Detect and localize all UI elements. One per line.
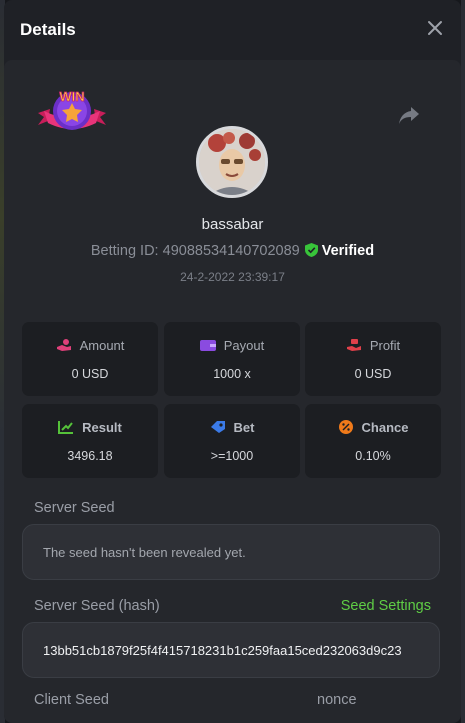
stat-profit-label: Profit [369, 338, 401, 353]
stat-result: Result 3496.18 [22, 404, 158, 478]
stat-profit-value: 0 USD [354, 367, 392, 381]
chart-check-icon [58, 421, 74, 434]
server-seed-field[interactable]: The seed hasn't been revealed yet. [22, 524, 440, 580]
close-icon[interactable] [425, 18, 445, 38]
stat-result-label: Result [82, 420, 122, 435]
share-icon[interactable] [397, 104, 421, 126]
wallet-icon [199, 340, 216, 351]
bet-details-card: WIN bassabar Betting ID: 490885341407020… [4, 60, 461, 723]
avatar-image [199, 129, 265, 195]
server-seed-hash-value: 13bb51cb1879f25f4f415718231b1c259faa15ce… [43, 643, 402, 658]
stat-amount-label: Amount [79, 338, 125, 353]
win-badge-text: WIN [59, 89, 84, 104]
betting-id-label: Betting ID: [90, 243, 159, 259]
client-seed-label: Client Seed [34, 692, 109, 708]
username: bassabar [201, 216, 264, 233]
stat-bet-label: Bet [233, 420, 255, 435]
verified-label: Verified [321, 243, 375, 259]
stat-bet: Bet >=1000 [164, 404, 300, 478]
betting-id-value: 49088534140702089 [162, 243, 300, 259]
stat-chance: Chance 0.10% [305, 404, 441, 478]
stat-chance-label: Chance [361, 420, 409, 435]
modal-header: Details [4, 0, 461, 60]
stat-chance-value: 0.10% [355, 449, 391, 463]
stat-amount: Amount 0 USD [22, 322, 158, 396]
server-seed-hash-label: Server Seed (hash) [34, 598, 160, 614]
server-seed-value: The seed hasn't been revealed yet. [43, 545, 246, 560]
stat-profit: Profit 0 USD [305, 322, 441, 396]
modal-title: Details [20, 20, 76, 39]
betting-id-line: Betting ID: 49088534140702089 Verified [4, 243, 461, 259]
details-modal: Details WIN bassabar Betting ID: 4908853… [4, 0, 461, 723]
stat-payout-label: Payout [223, 338, 265, 353]
win-badge-icon: WIN [38, 89, 106, 130]
stat-bet-value: >=1000 [210, 449, 254, 463]
seed-settings-link[interactable]: Seed Settings [341, 598, 431, 614]
stat-payout-value: 1000 x [213, 367, 251, 381]
stat-payout: Payout 1000 x [164, 322, 300, 396]
bet-datetime: 24-2-2022 23:39:17 [180, 270, 285, 284]
hand-money-icon [346, 339, 361, 351]
verified-shield-icon [304, 243, 318, 257]
nonce-label: nonce [317, 692, 357, 708]
stat-result-value: 3496.18 [67, 449, 113, 463]
percent-icon [338, 420, 353, 434]
background-strip-right [461, 0, 465, 723]
server-seed-hash-field[interactable]: 13bb51cb1879f25f4f415718231b1c259faa15ce… [22, 622, 440, 678]
tag-icon [210, 421, 225, 433]
stat-amount-value: 0 USD [71, 367, 109, 381]
hand-coin-icon [56, 339, 71, 351]
server-seed-label: Server Seed [34, 500, 115, 516]
avatar[interactable] [196, 126, 268, 198]
